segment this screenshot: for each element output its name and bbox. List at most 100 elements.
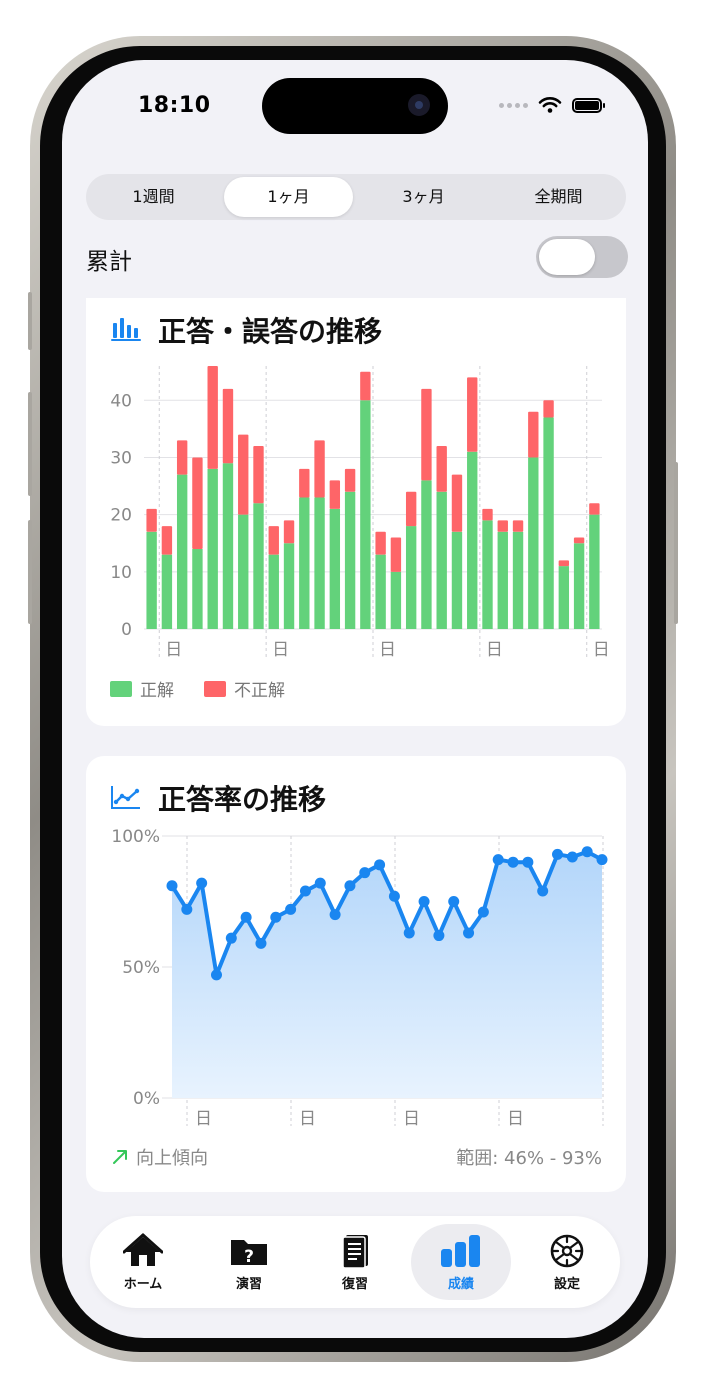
bar-correct (360, 400, 371, 629)
bar-incorrect (222, 388, 234, 464)
period-tab-3-months[interactable]: 3ヶ月 (359, 177, 488, 217)
bar-incorrect (268, 526, 279, 555)
bar-correct (207, 468, 218, 629)
bar-incorrect (314, 440, 325, 498)
period-tab-1-month[interactable]: 1ヶ月 (224, 177, 353, 217)
bar-correct (344, 491, 356, 629)
data-point (522, 856, 534, 868)
x-tick-label: 日 (165, 640, 182, 660)
house-icon (123, 1233, 163, 1266)
status-time: 18:10 (138, 93, 211, 118)
bar-correct (146, 531, 157, 629)
data-point (433, 930, 445, 942)
tab-review[interactable]: 復習 (305, 1224, 405, 1300)
legend-correct: 正解 (110, 676, 174, 701)
bar-correct (192, 548, 203, 629)
data-point (477, 906, 489, 918)
bar-incorrect (161, 526, 173, 555)
data-point (196, 877, 208, 889)
notebook-icon (342, 1234, 368, 1269)
trend-label: 向上傾向 (136, 1148, 208, 1169)
bar-incorrect (299, 468, 310, 498)
data-point (270, 911, 282, 923)
bar-correct (299, 497, 310, 629)
battery-icon (572, 97, 605, 113)
bar-correct (436, 491, 447, 629)
bar-incorrect (283, 520, 295, 544)
data-point (566, 851, 578, 863)
bar-correct (329, 508, 341, 629)
legend-label-correct: 正解 (140, 681, 174, 701)
data-point (181, 903, 193, 915)
tab-home[interactable]: ホーム (93, 1224, 193, 1300)
period-tab-all[interactable]: 全期間 (494, 177, 623, 217)
bar-chart-card: 正答・誤答の推移 0 10 20 30 40 日日日日日 正解 不正解 (86, 298, 626, 726)
data-point (403, 927, 415, 939)
bar-incorrect (467, 377, 478, 452)
y-tick-label: 0% (133, 1089, 160, 1109)
y-tick-label: 30 (110, 448, 132, 468)
bar-incorrect (405, 491, 417, 527)
legend-incorrect: 不正解 (204, 676, 285, 701)
tab-practice[interactable]: ? 演習 (199, 1224, 299, 1300)
y-tick-label: 10 (110, 563, 132, 583)
cumulative-toggle[interactable] (536, 236, 628, 278)
x-tick-label: 日 (403, 1109, 420, 1129)
bar-correct (375, 554, 386, 629)
bar-incorrect (360, 371, 371, 401)
area-fill (172, 851, 602, 1098)
toggle-knob (539, 239, 595, 275)
x-tick-label: 日 (195, 1109, 212, 1129)
tab-label-home: ホーム (123, 1276, 163, 1292)
data-point (344, 880, 356, 892)
period-selector: 1週間 1ヶ月 3ヶ月 全期間 (86, 174, 626, 220)
bar-incorrect (344, 468, 356, 492)
bar-incorrect (238, 434, 249, 515)
volume-down-button (28, 520, 32, 624)
data-point (329, 909, 341, 921)
dynamic-island (262, 78, 448, 134)
action-button (28, 292, 32, 350)
bar-incorrect (253, 446, 264, 504)
tab-label-results: 成績 (447, 1276, 474, 1292)
data-point (448, 896, 460, 907)
bar-incorrect (451, 474, 463, 532)
range-label: 範囲: 46% - 93% (456, 1148, 602, 1169)
y-tick-label: 50% (122, 958, 160, 978)
bar-correct (543, 417, 554, 629)
bar-incorrect (192, 457, 203, 549)
bar-correct (573, 543, 585, 629)
period-tab-1-week[interactable]: 1週間 (89, 177, 218, 217)
tab-results[interactable]: 成績 (411, 1224, 511, 1300)
bar-correct (222, 463, 234, 629)
line-chart: 0% 50% 100% 日 日 日 日 (111, 827, 608, 1129)
tab-settings[interactable]: 設定 (517, 1224, 617, 1300)
bar-correct (467, 451, 478, 629)
screen: 18:10 1週間 1ヶ月 3ヶ月 全期間 累計 正答・誤答の推移 0 10 20 3… (62, 60, 648, 1338)
camera (408, 94, 430, 116)
svg-text:?: ? (244, 1247, 254, 1267)
bar-incorrect (573, 537, 585, 544)
bar-chart-icon (441, 1234, 480, 1267)
bar-incorrect (436, 446, 447, 492)
bar-incorrect (421, 388, 432, 481)
bar-correct (482, 520, 493, 629)
bar-correct (176, 474, 188, 629)
data-point (255, 937, 267, 949)
wifi-icon (538, 97, 562, 113)
data-point (240, 911, 252, 923)
tab-label-practice: 演習 (235, 1276, 262, 1292)
x-tick-label: 日 (593, 640, 610, 660)
data-point (210, 969, 222, 981)
signal-icon (499, 102, 528, 108)
bar-incorrect (589, 503, 600, 515)
bar-correct (253, 503, 264, 629)
bar-correct (421, 480, 432, 629)
data-point (463, 927, 475, 939)
data-point (359, 867, 371, 879)
data-point (166, 880, 178, 892)
y-tick-label: 20 (110, 506, 132, 526)
tab-label-settings: 設定 (553, 1276, 580, 1292)
y-tick-label: 40 (110, 391, 132, 411)
bar-correct (283, 543, 295, 629)
